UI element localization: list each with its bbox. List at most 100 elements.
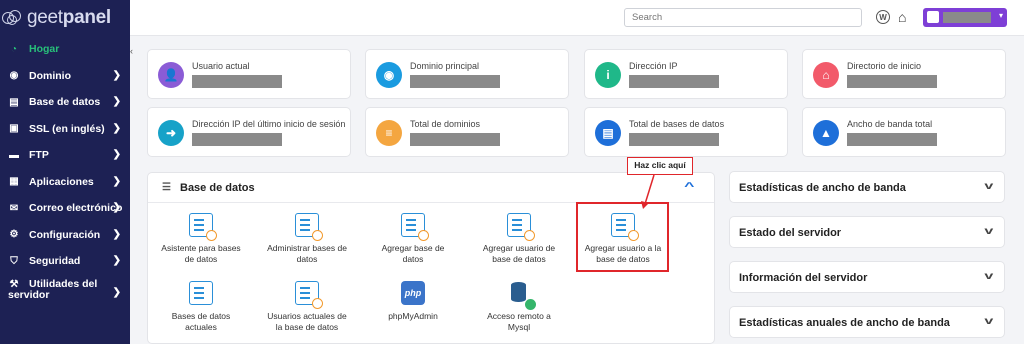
database-tool[interactable]: Agregar usuario de base de datos (465, 213, 573, 265)
info-card-label: Directorio de inicio (847, 61, 922, 71)
database-tool[interactable]: php phpMyAdmin (359, 281, 467, 322)
sidebar-collapse-toggle[interactable]: ‹ (130, 46, 136, 60)
accordion-header[interactable]: Estado del servidor v (729, 216, 1005, 248)
info-card-label: Usuario actual (192, 61, 250, 71)
search-input[interactable] (624, 8, 862, 27)
username-redacted (943, 12, 991, 23)
info-card: ◉ Dominio principal (365, 49, 569, 99)
database-tool-label: Usuarios actuales de (267, 311, 347, 321)
sidebar-item-label-line2: servidor (8, 288, 50, 301)
info-card: 👤 Usuario actual (147, 49, 351, 99)
database-icon: ☰ (162, 181, 171, 193)
chevron-right-icon: ❯ (112, 69, 121, 81)
database-tool[interactable]: Acceso remoto a Mysql (465, 281, 573, 333)
info-card-value-redacted (192, 133, 282, 146)
database-tool[interactable]: Agregar base de datos (359, 213, 467, 265)
globe-icon: ◉ (376, 62, 402, 88)
database-tool-label-line2: datos (296, 254, 318, 264)
database-users-icon (295, 281, 323, 309)
wordpress-icon[interactable]: W (876, 10, 890, 24)
database-user-add-icon (507, 213, 535, 241)
database-tool-label: Administrar bases de (267, 243, 347, 253)
sidebar-item-6[interactable]: ✉ Correo electrónico ❯ (0, 195, 130, 222)
database-wizard-icon (189, 213, 217, 241)
home-icon: ⌂ (813, 62, 839, 88)
chevron-right-icon: ❯ (112, 149, 121, 160)
sidebar-item-2[interactable]: ▤ Base de datos ❯ (0, 89, 130, 116)
database-tool-label-line2: la base de datos (275, 322, 339, 332)
sidebar-item-0[interactable]: ◔ Hogar (0, 36, 130, 63)
phpmyadmin-icon: php (401, 281, 425, 305)
sidebar-item-7[interactable]: ⚙ Configuración ❯ (0, 222, 130, 249)
sidebar-item-8[interactable]: ⛉ Seguridad ❯ (0, 248, 130, 275)
info-card: ▲ Ancho de banda total (802, 107, 1006, 157)
database-tool-label-line2: de datos (184, 254, 218, 264)
info-card-label: Dirección IP (629, 61, 678, 71)
accordion-title: Estadísticas anuales de ancho de banda (739, 317, 950, 329)
database-tool-label: Bases de datos (171, 311, 231, 321)
home-icon[interactable]: ⌂ (898, 9, 914, 25)
accordion-header[interactable]: Información del servidor v (729, 261, 1005, 293)
sidebar-item-label: SSL (en inglés) (29, 122, 105, 135)
info-card: ➜ Dirección IP del último inicio de sesió… (147, 107, 351, 157)
database-tool[interactable]: Asistente para bases de datos (147, 213, 255, 265)
user-avatar-icon (927, 11, 939, 23)
info-card-label: Total de bases de datos (629, 119, 725, 129)
mysql-remote-icon (507, 281, 536, 310)
sign-in-icon: ➜ (158, 120, 184, 146)
chevron-right-icon: ❯ (112, 202, 121, 213)
info-card-label: Total de dominios (410, 119, 481, 129)
sidebar-item-label: Configuración (29, 228, 101, 241)
database-tool[interactable]: Bases de datos actuales (147, 281, 255, 333)
user-menu-button[interactable]: ▾ (923, 8, 1007, 27)
database-tool-label: Acceso remoto a (487, 311, 551, 321)
accordion-title: Información del servidor (739, 272, 868, 284)
database-tool-label-line2: Mysql (507, 322, 531, 332)
chevron-right-icon: ❯ (112, 122, 121, 134)
sidebar-item-label: FTP (29, 149, 49, 162)
info-card-value-redacted (192, 75, 282, 88)
accordion-title: Estadísticas de ancho de banda (739, 182, 906, 194)
chevron-right-icon: ❯ (112, 286, 121, 298)
globe-icon: ◉ (9, 70, 19, 82)
chevron-down-icon: v (984, 181, 994, 192)
chevron-up-icon[interactable]: ^ (684, 181, 694, 193)
accordion-header[interactable]: Estadísticas de ancho de banda v (729, 171, 1005, 203)
chevron-right-icon: ❯ (112, 175, 121, 187)
folder-icon: ▬ (9, 149, 19, 161)
chevron-right-icon: ❯ (112, 96, 121, 107)
sidebar-item-5[interactable]: ▦ Aplicaciones ❯ (0, 169, 130, 196)
lock-icon: ▣ (9, 123, 19, 135)
chevron-right-icon: ❯ (112, 255, 121, 266)
sidebar-item-1[interactable]: ◉ Dominio ❯ (0, 63, 130, 90)
info-card: ⌂ Directorio de inicio (802, 49, 1006, 99)
database-icon: ▤ (595, 120, 621, 146)
database-tool[interactable]: Administrar bases de datos (253, 213, 361, 265)
accordion-header[interactable]: Estadísticas anuales de ancho de banda v (729, 306, 1005, 338)
chevron-down-icon: v (984, 316, 994, 327)
sidebar-item-label: Utilidades del (29, 277, 98, 290)
brand-logo[interactable]: geetpanel (0, 0, 130, 36)
info-card-value-redacted (410, 75, 500, 88)
info-card-label: Dominio principal (410, 61, 480, 71)
caret-down-icon: ▾ (998, 11, 1003, 20)
database-panel-title: Base de datos (180, 181, 255, 194)
accordion-title: Estado del servidor (739, 227, 842, 239)
chart-icon: ▲ (813, 120, 839, 146)
database-panel-header[interactable]: ☰ Base de datos ^ (148, 173, 714, 203)
database-add-icon (401, 213, 429, 241)
sidebar-item-3[interactable]: ▣ SSL (en inglés) ❯ (0, 116, 130, 143)
sidebar-item-label: Base de datos (29, 96, 101, 109)
brand-name: geetpanel (27, 7, 111, 28)
database-tool-label-line2: actuales (185, 322, 217, 332)
database-tool[interactable]: Usuarios actuales de la base de datos (253, 281, 361, 333)
sidebar-item-label: Seguridad (29, 255, 81, 268)
info-card-label: Dirección IP del último inicio de sesión (192, 119, 346, 129)
database-tool-label: Asistente para bases (161, 243, 241, 253)
gears-icon: ⚙ (9, 229, 19, 241)
database-tool-label-line2: datos (402, 254, 424, 264)
sidebar-item-9[interactable]: ⚒ Utilidades del servidor ❯ (0, 275, 130, 309)
sidebar-item-4[interactable]: ▬ FTP ❯ (0, 142, 130, 169)
info-card: ▤ Total de bases de datos (584, 107, 788, 157)
info-card-value-redacted (629, 75, 719, 88)
